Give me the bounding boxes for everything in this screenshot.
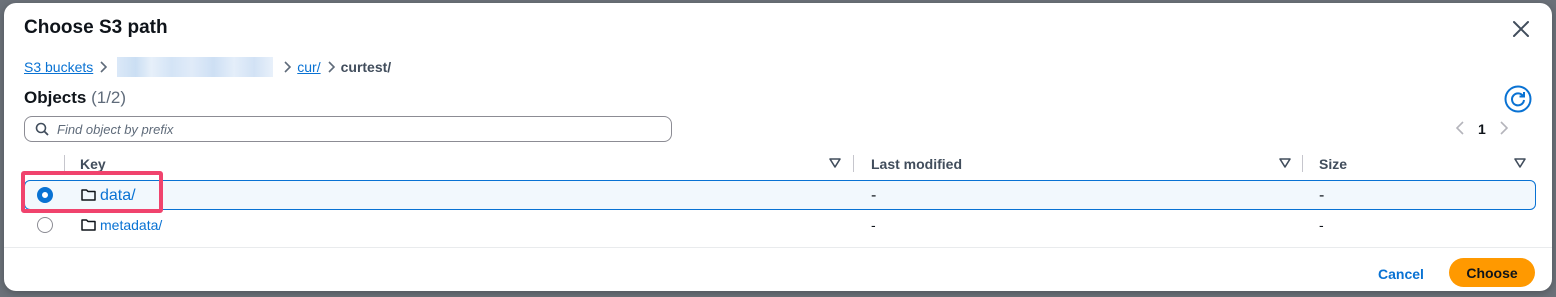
breadcrumb-current: curtest/ [340, 59, 392, 75]
row-size: - [1319, 217, 1324, 233]
folder-icon [81, 189, 96, 201]
sort-down-icon[interactable] [1278, 156, 1292, 170]
row-size: - [1319, 187, 1325, 204]
choose-s3-path-modal: Choose S3 path S3 buckets cur/ curtest/ … [4, 3, 1552, 291]
column-header-size[interactable]: Size [1319, 156, 1347, 172]
refresh-button[interactable] [1504, 85, 1532, 113]
row-last-modified: - [871, 187, 877, 204]
objects-count: (1/2) [91, 88, 127, 107]
pagination: 1 [1455, 119, 1508, 139]
column-divider [64, 155, 65, 172]
table-header: Key Last modified Size [24, 150, 1536, 178]
sort-down-icon[interactable] [1513, 156, 1527, 170]
cancel-button[interactable]: Cancel [1378, 261, 1424, 287]
search-input[interactable] [57, 121, 671, 137]
page-number[interactable]: 1 [1478, 121, 1486, 137]
breadcrumb-cur[interactable]: cur/ [297, 59, 320, 75]
footer-divider [4, 247, 1552, 248]
objects-header: Objects (1/2) [24, 88, 126, 108]
table-row[interactable]: metadata/ - - [24, 210, 1536, 240]
close-icon [1513, 21, 1529, 37]
modal-title: Choose S3 path [24, 17, 168, 38]
row-key-link[interactable]: data/ [100, 187, 136, 205]
next-page-button[interactable] [1500, 120, 1508, 138]
previous-page-button[interactable] [1455, 120, 1464, 138]
breadcrumb: S3 buckets cur/ curtest/ [24, 57, 391, 77]
folder-icon [81, 219, 96, 231]
breadcrumb-s3-buckets[interactable]: S3 buckets [24, 59, 93, 75]
column-divider [853, 155, 854, 172]
chevron-right-icon [321, 61, 341, 73]
row-radio-unselected[interactable] [37, 217, 53, 233]
table-row[interactable]: data/ - - [24, 180, 1536, 210]
column-divider [1302, 155, 1303, 172]
close-button[interactable] [1508, 16, 1534, 42]
search-icon [35, 122, 49, 136]
search-box [24, 116, 672, 142]
column-header-key[interactable]: Key [80, 156, 106, 172]
row-key-link[interactable]: metadata/ [100, 217, 162, 233]
chevron-right-icon [1500, 120, 1508, 135]
sort-down-icon[interactable] [828, 156, 842, 170]
refresh-icon [1504, 85, 1532, 113]
objects-label: Objects [24, 88, 87, 107]
row-last-modified: - [871, 217, 876, 233]
breadcrumb-bucket-redacted[interactable] [117, 57, 274, 77]
chevron-right-icon [277, 61, 297, 73]
chevron-left-icon [1455, 120, 1464, 135]
column-header-last-modified[interactable]: Last modified [871, 156, 962, 172]
choose-button[interactable]: Choose [1449, 258, 1535, 287]
chevron-right-icon [93, 61, 113, 73]
row-radio-selected[interactable] [37, 187, 53, 203]
